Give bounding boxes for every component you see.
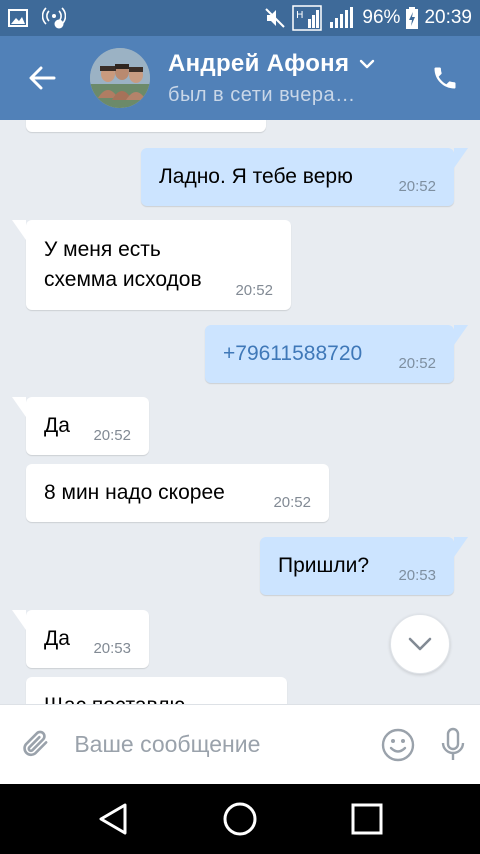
chevron-down-icon [408,637,432,651]
status-bar: H 96% 20:39 [0,0,480,36]
square-recents-icon [351,803,383,835]
triangle-back-icon [99,803,127,835]
attach-button[interactable] [0,705,74,785]
clock: 20:39 [424,7,472,28]
message-time: 20:53 [93,640,131,657]
nav-recents-button[interactable] [332,784,402,854]
message-time: 20:52 [235,282,273,299]
message-bubble-incoming[interactable]: Щас поставлю [26,677,287,704]
back-arrow-icon [29,66,56,90]
back-button[interactable] [0,36,84,120]
message-time: 20:53 [398,567,436,584]
message-composer [0,704,480,784]
chevron-down-icon [360,59,375,68]
signal-icon [328,7,356,29]
avatar[interactable] [90,48,150,108]
nav-back-button[interactable] [78,784,148,854]
circle-home-icon [223,802,257,836]
battery-level: 96% [362,7,401,28]
smiley-icon [381,728,414,761]
paperclip-icon [23,730,48,756]
message-text: У меня есть схемма исходов [44,238,202,291]
message-bubble-incoming[interactable]: Да 20:53 [12,610,149,668]
svg-text:H: H [296,10,304,21]
voice-message-button[interactable] [425,705,480,785]
chat-header: Андрей Афоня был в сети вчера… [0,36,480,120]
call-button[interactable] [410,36,480,120]
data-h-icon: H [292,5,323,31]
message-text: Пришли? [278,554,370,577]
message-bubble-outgoing[interactable]: Ладно. Я тебе верю 20:52 [141,148,468,206]
message-input[interactable] [74,714,371,775]
message-text: Щас поставлю [44,694,185,704]
message-text: Да [44,627,70,650]
message-bubble-incoming[interactable]: У меня есть схемма исходов 20:52 [12,220,291,310]
hotspot-icon [42,7,66,29]
emoji-button[interactable] [370,705,425,785]
message-time: 20:52 [273,494,311,511]
message-text: 8 мин надо скорее [44,481,225,504]
nav-home-button[interactable] [205,784,275,854]
message-bubble-incoming[interactable] [26,120,266,132]
message-time: 20:52 [398,355,436,372]
phone-icon [434,67,456,89]
battery-icon [406,7,419,29]
message-bubble-outgoing[interactable]: Пришли? 20:53 [260,537,468,595]
message-bubble-outgoing[interactable]: +79611588720 20:52 [205,325,468,383]
mute-icon [264,7,286,29]
message-bubble-incoming[interactable]: 8 мин надо скорее 20:52 [26,464,329,522]
last-seen-status: был в сети вчера… [168,83,356,106]
microphone-icon [441,727,464,760]
message-time: 20:52 [398,178,436,195]
system-navigation-bar [0,784,480,854]
image-icon [8,9,28,27]
message-time: 20:52 [93,427,131,444]
message-bubble-incoming[interactable]: Да 20:52 [12,397,149,455]
scroll-to-bottom-button[interactable] [390,614,450,674]
contact-info[interactable]: Андрей Афоня был в сети вчера… [168,50,410,107]
phone-number-link[interactable]: +79611588720 [223,342,362,365]
contact-name: Андрей Афоня [168,49,350,77]
message-text: Ладно. Я тебе верю [159,165,353,188]
message-text: Да [44,414,70,437]
